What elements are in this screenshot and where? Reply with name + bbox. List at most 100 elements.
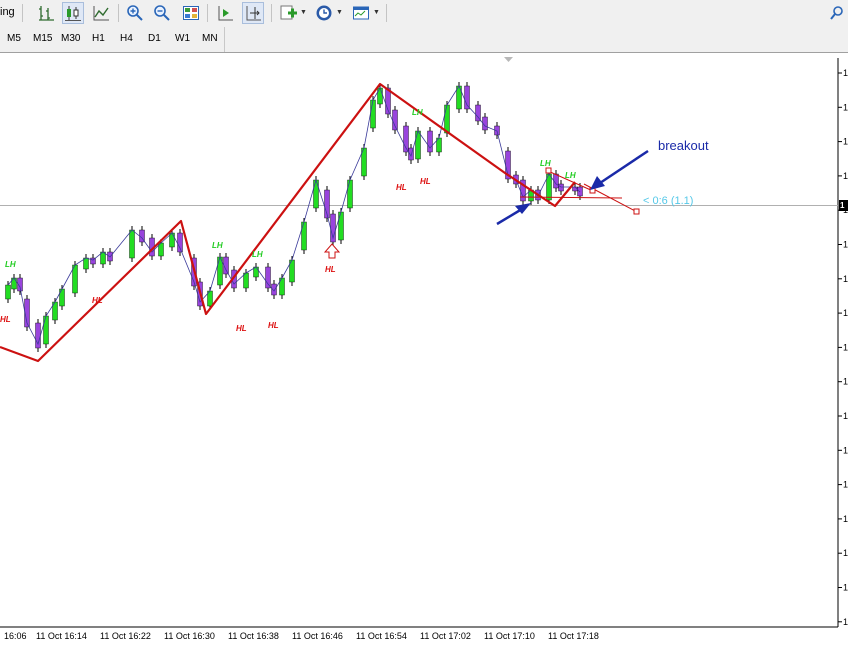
price-tick-label: 1: [843, 617, 848, 627]
zoom-out-button[interactable]: [151, 2, 173, 24]
lh-label: LH: [252, 250, 263, 259]
bearish-candle: [427, 130, 433, 153]
lh-label: LH: [212, 241, 223, 250]
price-tick-label: 1: [843, 480, 848, 490]
bullish-candle: [5, 284, 11, 300]
chart-shift-button[interactable]: [242, 2, 264, 24]
breakout-arrow-left: [496, 207, 523, 226]
hl-label: HL: [325, 265, 336, 274]
price-tick-label: 1: [843, 342, 848, 352]
candles-layer: [5, 82, 583, 352]
lh-label: LH: [5, 260, 16, 269]
price-tick-label: 1: [843, 308, 848, 318]
toolbar-separator: [271, 4, 272, 22]
timeframe-w1[interactable]: W1: [175, 33, 190, 44]
timeframe-m15[interactable]: M15: [33, 33, 52, 44]
tile-windows-button[interactable]: [180, 2, 202, 24]
bullish-candle: [243, 272, 249, 289]
bullish-candle: [43, 315, 49, 345]
timeframe-mn[interactable]: MN: [202, 33, 218, 44]
timeframe-d1[interactable]: D1: [148, 33, 161, 44]
indicators-button[interactable]: [277, 2, 299, 24]
red-zigzag-line: [0, 82, 576, 363]
bearish-candle: [392, 109, 398, 131]
lh-label: LH: [540, 159, 551, 168]
periods-button[interactable]: [313, 2, 335, 24]
price-tick-label: 1: [843, 68, 848, 78]
candlestick-chart-button[interactable]: [62, 2, 84, 24]
periods-dropdown-arrow[interactable]: ▼: [336, 9, 343, 16]
price-tick-label: 1: [843, 102, 848, 112]
price-tick-label: 1: [843, 445, 848, 455]
breakout-label: breakout: [658, 138, 709, 153]
timeframe-h4[interactable]: H4: [120, 33, 133, 44]
current-price-value: 1: [840, 201, 845, 210]
bullish-candle: [129, 229, 135, 259]
chart-shift-marker: [504, 57, 513, 62]
templates-button[interactable]: [350, 2, 372, 24]
tile-windows-icon: [183, 6, 199, 20]
time-axis-label: 11 Oct 16:30: [164, 631, 215, 641]
periods-clock-icon: [316, 5, 332, 21]
hl-label: HL: [396, 183, 407, 192]
templates-dropdown-arrow[interactable]: ▼: [373, 9, 380, 16]
bearish-candle: [558, 183, 564, 192]
up-arrow-marker: [323, 243, 341, 259]
templates-icon: [353, 6, 369, 20]
projection-label: < 0:6 (1.1): [643, 195, 694, 207]
toolbar-separator: [207, 4, 208, 22]
bullish-candle: [72, 264, 78, 294]
time-axis-label: 11 Oct 16:22: [100, 631, 151, 641]
bullish-candle: [370, 99, 376, 129]
hl-label: HL: [236, 324, 247, 333]
zoom-in-button[interactable]: [124, 2, 146, 24]
time-axis-label: 11 Oct 16:46: [292, 631, 343, 641]
price-axis-ticks: 1 1 1 1 1 1 1 1 1 1 1 1 1 1 1 1 1: [838, 68, 848, 627]
timeframe-h1[interactable]: H1: [92, 33, 105, 44]
price-tick-label: 1: [843, 514, 848, 524]
search-button[interactable]: [826, 2, 848, 24]
bullish-candle: [83, 257, 89, 270]
indicators-icon: [280, 5, 297, 20]
breakout-arrow-right: [599, 149, 649, 185]
time-axis-label: 11 Oct 17:02: [420, 631, 471, 641]
time-axis-label: 11 Oct 17:18: [548, 631, 599, 641]
price-tick-label: 1: [843, 411, 848, 421]
lh-label: LH: [565, 171, 576, 180]
line-chart-icon: [93, 6, 109, 21]
price-tick-label: 1: [843, 274, 848, 284]
price-tick-label: 1: [843, 583, 848, 593]
chart-canvas[interactable]: 1 1 1 1 1 1 1 1 1 1 1 1 1 1 1 1 1: [0, 53, 848, 654]
hl-label: HL: [0, 315, 11, 324]
price-tick-label: 1: [843, 548, 848, 558]
lh-label: LH: [412, 108, 423, 117]
toolbar-separator: [22, 4, 23, 22]
timeframe-m5[interactable]: M5: [7, 33, 21, 44]
time-axis-label: 11 Oct 16:38: [228, 631, 279, 641]
time-axis-label: 11 Oct 16:54: [356, 631, 407, 641]
toolbar-partial-label: ing: [0, 6, 15, 18]
timeframe-m30[interactable]: M30: [61, 33, 80, 44]
bullish-candle: [301, 221, 307, 251]
indicators-dropdown-arrow[interactable]: ▼: [300, 9, 307, 16]
bearish-candle: [177, 232, 183, 253]
toolbar-separator: [118, 4, 119, 22]
zigzag-node: [545, 167, 552, 174]
bearish-candle: [265, 266, 271, 289]
bar-chart-icon: [39, 6, 54, 21]
bullish-candle: [338, 211, 344, 241]
hl-label: HL: [420, 177, 431, 186]
price-tick-label: 1: [843, 240, 848, 250]
chart-shift-icon: [246, 6, 261, 21]
search-icon: [830, 6, 843, 20]
toolbar-separator: [386, 4, 387, 22]
bullish-candle: [415, 130, 421, 160]
bar-chart-button[interactable]: [35, 2, 57, 24]
candlestick-chart-icon: [65, 6, 81, 21]
auto-scroll-button[interactable]: [214, 2, 236, 24]
zoom-out-icon: [154, 5, 170, 21]
line-chart-button[interactable]: [90, 2, 112, 24]
time-axis-label: 11 Oct 16:14: [36, 631, 87, 641]
bullish-candle: [347, 179, 353, 209]
price-chart[interactable]: 1 1 1 1 1 1 1 1 1 1 1 1 1 1 1 1 1 1 breakout < 0:6 (1.1)…: [0, 53, 848, 654]
